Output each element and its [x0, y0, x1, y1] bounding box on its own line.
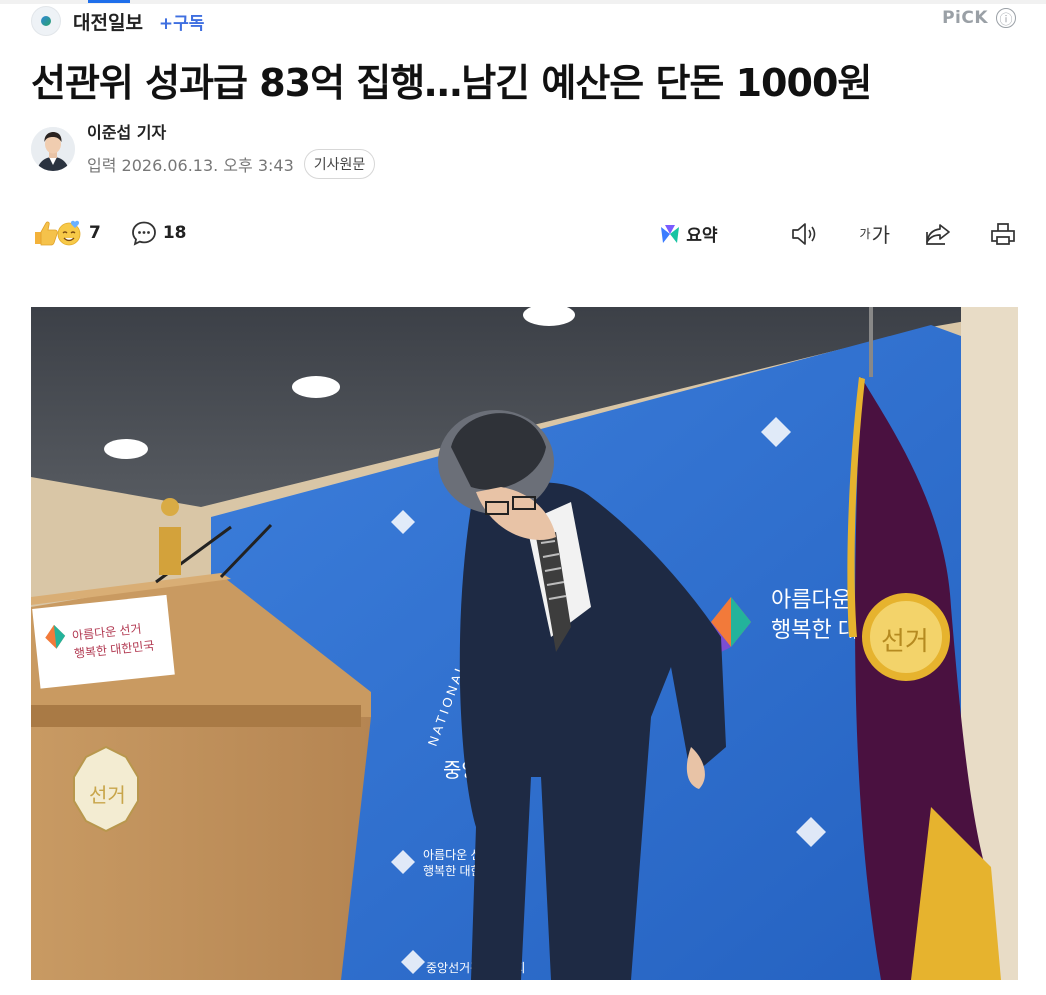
article-tools: 요약 가가 [659, 219, 1016, 248]
author-name[interactable]: 이준섭 기자 [87, 119, 375, 143]
backdrop-slogan-2: 행복한 대 [771, 617, 858, 642]
reaction-bar: 7 18 [33, 218, 187, 248]
share-button[interactable] [924, 221, 952, 247]
backdrop-slogan-1: 아름다운 [771, 587, 852, 612]
podium-emblem: 선거 [89, 784, 126, 807]
print-button[interactable] [990, 221, 1016, 247]
top-border [0, 0, 1046, 4]
speaker-icon [791, 222, 815, 245]
reaction-count: 7 [89, 223, 101, 243]
author-avatar[interactable] [31, 127, 75, 171]
print-icon [991, 222, 1015, 245]
press-name[interactable]: 대전일보 [73, 8, 143, 35]
press-logo-icon[interactable] [31, 6, 61, 36]
font-size-large-label: 가 [871, 223, 890, 247]
press-header: 대전일보 +구독 [31, 6, 204, 36]
publish-date: 입력 2026.06.13. 오후 3:43 [87, 156, 294, 175]
reaction-button[interactable] [33, 218, 83, 248]
subscribe-button[interactable]: +구독 [159, 9, 205, 34]
pick-label: PiCK [942, 8, 988, 28]
summary-sparkle-icon [661, 224, 680, 243]
article-photo[interactable]: 아름다운 행복한 대 아름다운 선거 행복한 대한민국 중앙선거관리위원회 중앙… [31, 307, 1018, 980]
article-headline: 선관위 성과급 83억 집행…남긴 예산은 단돈 1000원 [31, 61, 872, 105]
summary-label: 요약 [686, 226, 718, 246]
pick-badge: PiCK ⓘ [942, 8, 1016, 28]
summary-button[interactable]: 요약 [659, 221, 718, 246]
comment-count: 18 [162, 223, 187, 243]
listen-button[interactable] [790, 221, 820, 247]
comment-button[interactable]: 18 [131, 220, 187, 246]
info-icon[interactable]: ⓘ [996, 8, 1016, 28]
font-size-small-label: 가 [859, 227, 871, 241]
byline: 이준섭 기자 입력 2026.06.13. 오후 3:43 기사원문 [31, 119, 376, 179]
share-icon [926, 223, 950, 245]
original-article-button[interactable]: 기사원문 [303, 149, 376, 179]
top-border-accent [88, 0, 130, 3]
font-size-button[interactable]: 가가 [860, 219, 890, 248]
comment-icon [131, 221, 156, 246]
thumbs-up-icon [35, 220, 81, 246]
flag-emblem: 선거 [881, 626, 929, 656]
